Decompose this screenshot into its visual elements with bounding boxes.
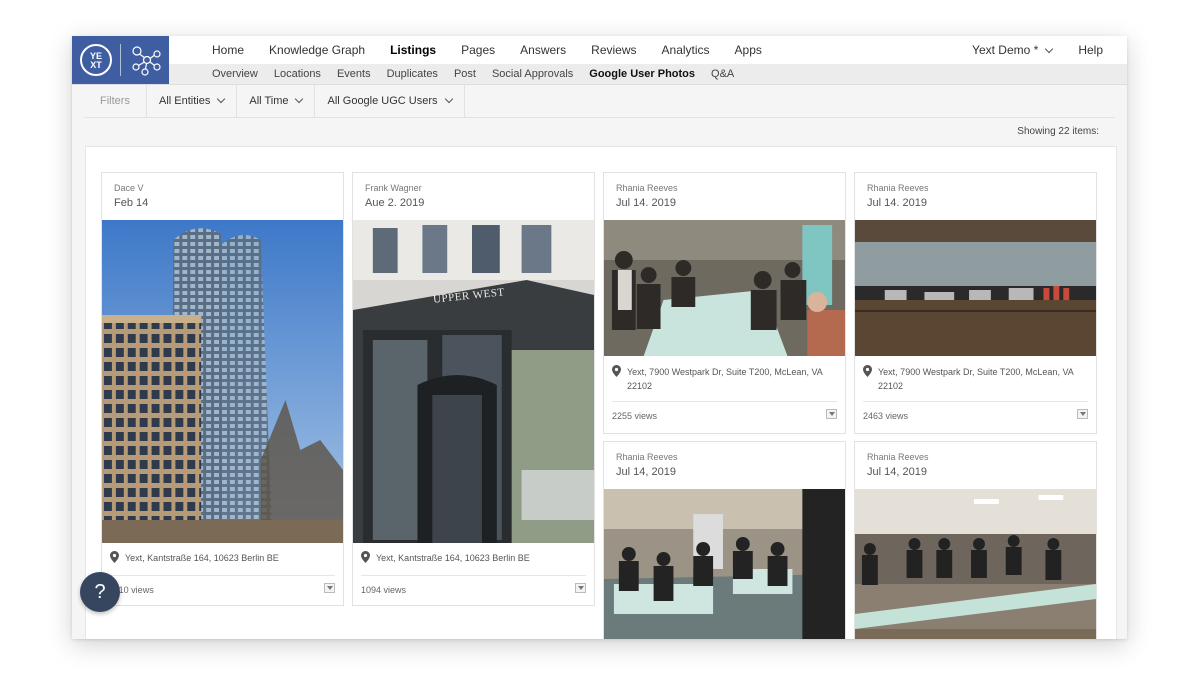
tab-overview[interactable]: Overview <box>212 68 258 80</box>
card-divider <box>361 575 586 576</box>
card-date: Feb 14 <box>114 197 149 209</box>
filter-entities-label: All Entities <box>159 94 211 107</box>
card-author: Rhania Reeves <box>867 452 929 462</box>
tab-post[interactable]: Post <box>454 68 476 80</box>
nav-home[interactable]: Home <box>212 43 244 57</box>
tab-social-approvals[interactable]: Social Approvals <box>492 68 573 80</box>
user-photo[interactable] <box>604 489 845 639</box>
filter-time-label: All Time <box>249 94 289 107</box>
user-photo[interactable] <box>855 220 1096 356</box>
card-author: Rhania Reeves <box>616 183 678 193</box>
map-pin-icon <box>863 365 872 377</box>
card-author: Frank Wagner <box>365 183 422 193</box>
tab-duplicates[interactable]: Duplicates <box>387 68 438 80</box>
card-views: 1094 views <box>361 585 407 595</box>
card-views: 2255 views <box>612 411 658 421</box>
photo-card[interactable]: Rhania Reeves Jul 14. 2019 Yext, 7900 We… <box>854 172 1097 434</box>
user-photo[interactable] <box>604 220 845 356</box>
card-author: Rhania Reeves <box>616 452 678 462</box>
photo-card[interactable]: Rhania Reeves Jul 14, 2019 <box>603 441 846 639</box>
card-location: Yext, Kantstraße 164, 10623 Berlin BE <box>110 551 279 565</box>
yext-logo: YE XT <box>80 44 112 76</box>
card-menu-dropdown[interactable] <box>826 409 837 419</box>
card-divider <box>110 575 335 576</box>
tab-google-user-photos[interactable]: Google User Photos <box>589 68 695 80</box>
help-question-button[interactable]: ? <box>80 572 120 612</box>
card-location-text: Yext, Kantstraße 164, 10623 Berlin BE <box>376 553 530 563</box>
nav-knowledge-graph[interactable]: Knowledge Graph <box>269 43 365 57</box>
card-location: Yext, 7900 Westpark Dr, Suite T200, McLe… <box>612 365 837 393</box>
nav-answers[interactable]: Answers <box>520 43 566 57</box>
card-date: Jul 14. 2019 <box>616 197 676 209</box>
knowledge-graph-icon <box>132 46 161 76</box>
nav-analytics[interactable]: Analytics <box>662 43 710 57</box>
chevron-down-icon <box>217 94 226 104</box>
logo-block[interactable]: YE XT <box>72 36 169 84</box>
card-divider <box>863 401 1088 402</box>
user-photo[interactable] <box>102 220 343 543</box>
photo-card[interactable]: Dace V Feb 14 Yext, Kantstraße 164, 1062… <box>101 172 344 606</box>
account-name: Yext Demo * <box>972 43 1039 57</box>
user-photo[interactable] <box>353 220 594 543</box>
main-nav: Home Knowledge Graph Listings Pages Answ… <box>212 36 787 64</box>
filter-users-label: All Google UGC Users <box>327 94 438 107</box>
chevron-down-icon <box>1045 44 1054 53</box>
nav-pages[interactable]: Pages <box>461 43 495 57</box>
user-photo[interactable] <box>855 489 1096 639</box>
filter-entities[interactable]: All Entities <box>146 84 236 117</box>
card-date: Jul 14, 2019 <box>616 466 676 478</box>
photo-grid: Dace V Feb 14 Yext, Kantstraße 164, 1062… <box>85 146 1117 639</box>
card-date: Jul 14, 2019 <box>867 466 927 478</box>
card-location-text: Yext, 7900 Westpark Dr, Suite T200, McLe… <box>878 367 1074 391</box>
card-date: Aue 2. 2019 <box>365 197 425 209</box>
card-location: Yext, 7900 Westpark Dr, Suite T200, McLe… <box>863 365 1088 393</box>
card-divider <box>612 401 837 402</box>
card-author: Dace V <box>114 183 144 193</box>
card-menu-dropdown[interactable] <box>575 583 586 593</box>
map-pin-icon <box>612 365 621 377</box>
card-date: Jul 14. 2019 <box>867 197 927 209</box>
nav-reviews[interactable]: Reviews <box>591 43 636 57</box>
card-menu-dropdown[interactable] <box>1077 409 1088 419</box>
filters-label: Filters <box>100 94 130 107</box>
card-location-text: Yext, Kantstraße 164, 10623 Berlin BE <box>125 553 279 563</box>
card-location: Yext, Kantstraße 164, 10623 Berlin BE <box>361 551 530 565</box>
filter-bar: Filters All Entities All Time All Google… <box>84 84 1115 118</box>
card-author: Rhania Reeves <box>867 183 929 193</box>
map-pin-icon <box>361 551 370 563</box>
chevron-down-icon <box>295 94 304 104</box>
tab-qa[interactable]: Q&A <box>711 68 734 80</box>
card-location-text: Yext, 7900 Westpark Dr, Suite T200, McLe… <box>627 367 823 391</box>
nav-listings[interactable]: Listings <box>390 43 436 57</box>
photo-card[interactable]: Rhania Reeves Jul 14, 2019 <box>854 441 1097 639</box>
tab-locations[interactable]: Locations <box>274 68 321 80</box>
map-pin-icon <box>110 551 119 563</box>
filter-users[interactable]: All Google UGC Users <box>314 84 465 117</box>
logo-divider <box>120 44 121 76</box>
card-menu-dropdown[interactable] <box>324 583 335 593</box>
chevron-down-icon <box>444 94 453 104</box>
account-menu[interactable]: Yext Demo * <box>972 43 1054 57</box>
sub-nav: Overview Locations Events Duplicates Pos… <box>212 64 750 84</box>
tab-events[interactable]: Events <box>337 68 371 80</box>
app-window: YE XT Home Knowledge Graph Listings Pages… <box>72 36 1127 639</box>
filter-time[interactable]: All Time <box>236 84 314 117</box>
account-nav: Yext Demo * Help <box>972 36 1103 64</box>
card-views: 2463 views <box>863 411 909 421</box>
help-link[interactable]: Help <box>1078 43 1103 57</box>
photo-card[interactable]: Frank Wagner Aue 2. 2019 UPPER WEST Yext… <box>352 172 595 606</box>
nav-apps[interactable]: Apps <box>735 43 762 57</box>
items-count: Showing 22 items: <box>1017 126 1099 137</box>
photo-card[interactable]: Rhania Reeves Jul 14. 2019 Yext, 7900 We… <box>603 172 846 434</box>
